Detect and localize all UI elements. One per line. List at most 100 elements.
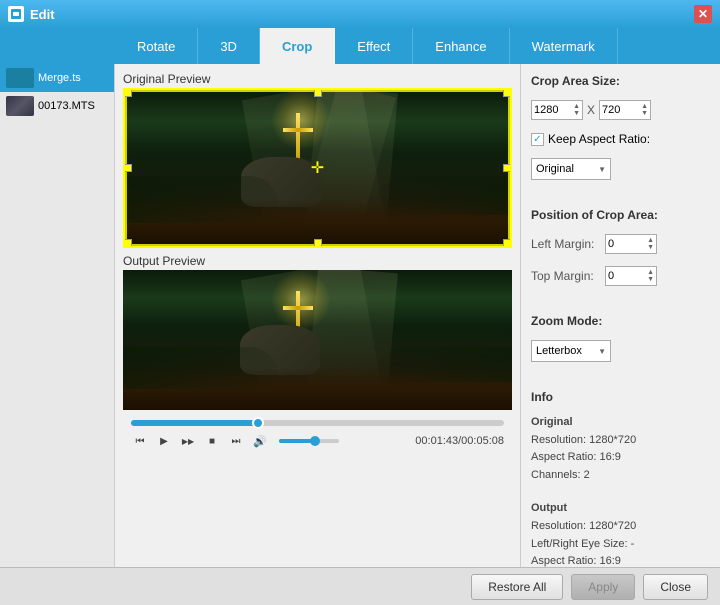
top-margin-value: 0 [608,270,647,282]
video-label: 00173.MTS [38,100,95,112]
crop-handle-ml[interactable] [124,164,132,172]
width-spinbox[interactable]: 1280 ▲▼ [531,100,583,120]
volume-track[interactable] [279,439,339,443]
file-panel: Merge.ts 00173.MTS [0,64,115,567]
original-preview-video: ✛ [123,88,512,248]
crop-handle-bl[interactable] [124,239,132,247]
preview-area: Original Preview [115,64,520,567]
left-margin-spinbox[interactable]: 0 ▲▼ [605,234,657,254]
left-margin-value: 0 [608,238,647,250]
tab-bar: Rotate 3D Crop Effect Enhance Watermark [0,28,720,64]
crop-handle-tm[interactable] [314,89,322,97]
top-margin-label: Top Margin: [531,269,601,283]
output-eye-size: Left/Right Eye Size: - [531,536,710,554]
output-aspect: Aspect Ratio: 16:9 [531,553,710,567]
restore-all-button[interactable]: Restore All [471,574,563,600]
tab-3d[interactable]: 3D [198,28,260,64]
merge-file-item[interactable]: Merge.ts [0,64,114,92]
volume-icon: 🔊 [251,432,269,450]
original-resolution: Resolution: 1280*720 [531,432,710,450]
crop-handle-mr[interactable] [503,164,511,172]
close-window-button[interactable]: ✕ [694,5,712,23]
skip-back-button[interactable]: ⏮ [131,432,149,450]
right-panel: Crop Area Size: 1280 ▲▼ X 720 ▲▼ ✓ Keep … [520,64,720,567]
crop-handle-bm[interactable] [314,239,322,247]
output-preview-section: Output Preview [123,254,512,410]
time-display: 00:01:43/00:05:08 [415,435,504,447]
height-spinbox[interactable]: 720 ▲▼ [599,100,651,120]
tab-watermark[interactable]: Watermark [510,28,618,64]
tab-effect[interactable]: Effect [335,28,413,64]
original-info-title: Original [531,414,710,432]
app-icon [8,6,24,22]
title-bar: Edit ✕ [0,0,720,28]
window-title: Edit [30,7,55,22]
height-arrows[interactable]: ▲▼ [641,103,648,117]
crop-crosshair: ✛ [311,158,324,178]
merge-label: Merge.ts [38,72,81,84]
tab-rotate[interactable]: Rotate [115,28,198,64]
aspect-dropdown-row: Original ▼ [531,158,710,180]
left-margin-row: Left Margin: 0 ▲▼ [531,234,710,254]
glow-effect [271,90,331,150]
keep-aspect-checkbox[interactable]: ✓ [531,133,544,146]
content-area: Merge.ts 00173.MTS Original Preview [0,64,720,567]
crop-area-size-title: Crop Area Size: [531,74,710,88]
original-preview-label: Original Preview [123,72,512,86]
sword-shape [296,113,300,163]
zoom-dropdown[interactable]: Letterbox ▼ [531,340,611,362]
video-thumb [6,96,34,116]
crop-handle-tr[interactable] [503,89,511,97]
top-margin-row: Top Margin: 0 ▲▼ [531,266,710,286]
output-resolution: Resolution: 1280*720 [531,518,710,536]
stop-button[interactable]: ■ [203,432,221,450]
aspect-dropdown-arrow: ▼ [598,165,606,174]
volume-thumb[interactable] [310,436,320,446]
video-file-item[interactable]: 00173.MTS [0,92,114,120]
left-margin-label: Left Margin: [531,237,601,251]
original-preview-section: Original Preview [123,72,512,248]
progress-fill [131,420,258,426]
zoom-dropdown-arrow: ▼ [598,347,606,356]
original-channels: Channels: 2 [531,467,710,485]
progress-thumb[interactable] [252,417,264,429]
left-margin-arrows[interactable]: ▲▼ [647,237,654,251]
top-margin-spinbox[interactable]: 0 ▲▼ [605,266,657,286]
width-value: 1280 [534,104,573,116]
output-glow-effect [271,270,331,330]
top-margin-arrows[interactable]: ▲▼ [647,269,654,283]
output-preview-video [123,270,512,410]
height-value: 720 [602,104,641,116]
skip-forward-button[interactable]: ⏭ [227,432,245,450]
crop-handle-br[interactable] [503,239,511,247]
width-arrows[interactable]: ▲▼ [573,103,580,117]
crop-size-row: 1280 ▲▼ X 720 ▲▼ [531,100,710,120]
apply-button[interactable]: Apply [571,574,635,600]
original-aspect: Aspect Ratio: 16:9 [531,449,710,467]
zoom-option: Letterbox [536,345,582,357]
zoom-dropdown-row: Letterbox ▼ [531,340,710,362]
keep-aspect-row: ✓ Keep Aspect Ratio: [531,132,710,146]
output-video-scene [123,270,512,410]
close-button[interactable]: Close [643,574,708,600]
crop-handle-tl[interactable] [124,89,132,97]
play-button[interactable]: ▶ [155,432,173,450]
keep-aspect-label: Keep Aspect Ratio: [548,132,650,146]
zoom-mode-title: Zoom Mode: [531,314,710,328]
tab-crop[interactable]: Crop [260,28,335,64]
info-title: Info [531,390,710,404]
playback-bar: ⏮ ▶ ▶▶ ■ ⏭ 🔊 00:01:43/00:05:08 [123,416,512,456]
main-container: Rotate 3D Crop Effect Enhance Watermark … [0,28,720,605]
next-frame-button[interactable]: ▶▶ [179,432,197,450]
tab-enhance[interactable]: Enhance [413,28,509,64]
x-separator: X [587,103,595,117]
original-info: Original Resolution: 1280*720 Aspect Rat… [531,414,710,484]
aspect-dropdown[interactable]: Original ▼ [531,158,611,180]
merge-thumb [6,68,34,88]
output-info: Output Resolution: 1280*720 Left/Right E… [531,500,710,567]
position-title: Position of Crop Area: [531,208,710,222]
output-info-title: Output [531,500,710,518]
aspect-option: Original [536,163,574,175]
progress-track[interactable] [131,420,504,426]
output-preview-label: Output Preview [123,254,512,268]
